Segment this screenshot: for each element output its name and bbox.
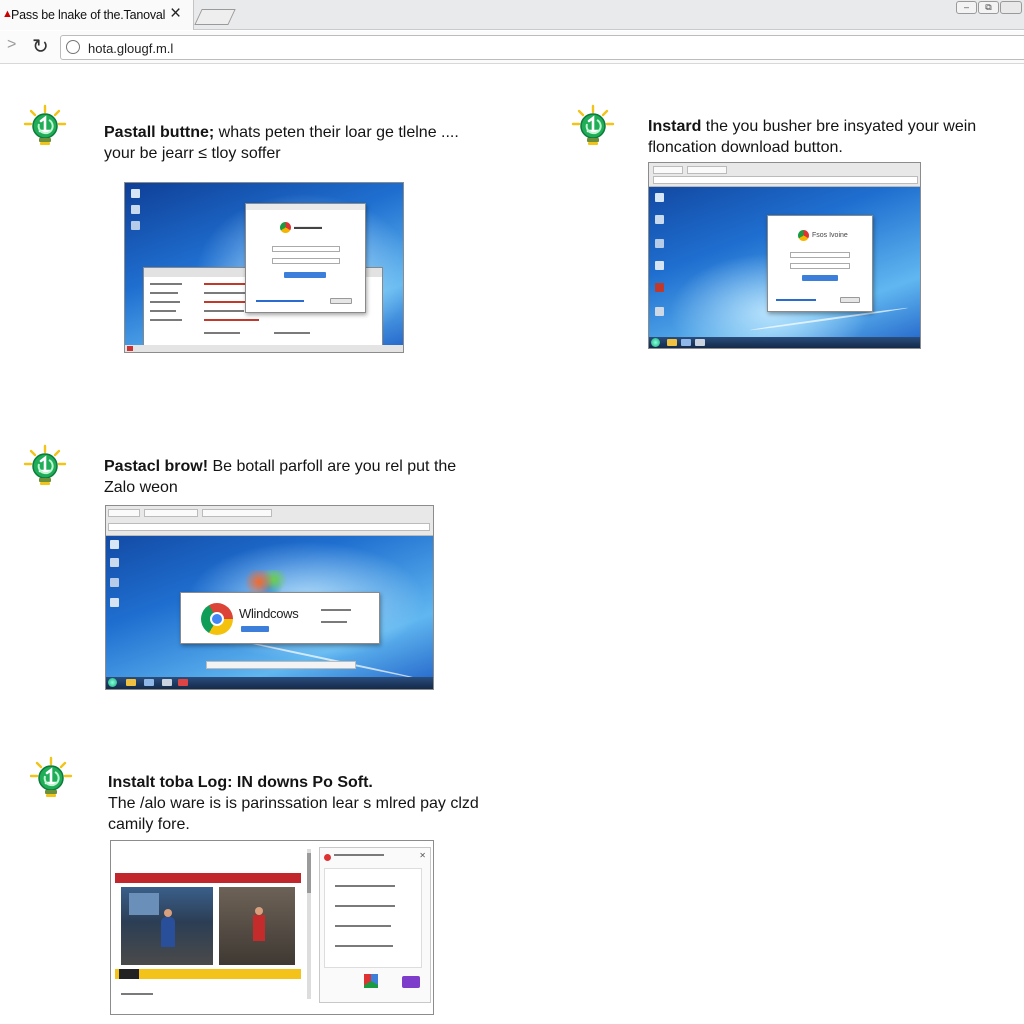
windows-logo <box>244 570 294 594</box>
tab-close-button[interactable]: × <box>170 3 181 25</box>
dialog-cancel-button[interactable] <box>330 298 352 304</box>
chrome-logo-icon <box>201 603 233 635</box>
forward-icon[interactable]: > <box>7 36 16 54</box>
dialog-login-button[interactable] <box>284 272 326 278</box>
install-dialog: Fsos Ivoine <box>767 215 873 312</box>
browser-strip <box>106 506 433 536</box>
lightbulb-download-icon <box>29 756 73 799</box>
reload-icon[interactable]: ↻ <box>32 34 49 59</box>
lightbulb-download-icon <box>571 104 615 147</box>
minimize-icon[interactable]: – <box>956 1 977 14</box>
dialog-title: Fsos Ivoine <box>812 232 848 239</box>
chrome-install-dialog: Wlindcows <box>180 592 380 644</box>
accept-button[interactable] <box>241 626 269 632</box>
step-3-text: Pastacl brow! Be botall parfoll are you … <box>104 456 456 498</box>
dialog-field[interactable] <box>272 258 340 264</box>
desktop-icon <box>131 189 140 198</box>
browser-tab[interactable]: ▲ Pass be lnake of the.Tanoval × <box>0 0 194 30</box>
login-dialog: ▬▬▬▬ <box>245 203 366 313</box>
web-page <box>115 847 307 1007</box>
step-4-line2: The /alo ware is is parinssation lear s … <box>108 795 479 812</box>
app-logo-icon <box>798 230 809 241</box>
dialog-field[interactable] <box>272 246 340 252</box>
step-3-screenshot: Wlindcows <box>105 505 434 690</box>
dialog-cancel-button[interactable] <box>840 297 860 303</box>
step-2-line1: the you busher bre insyated your wein <box>701 118 977 135</box>
step-3-line2: Zalo weon <box>104 479 178 496</box>
step-3-bold: Pastacl brow! <box>104 458 209 475</box>
address-url: hota.glougf.m.l <box>88 41 174 56</box>
step-4-text: Instalt toba Log: IN downs Po Soft. The … <box>108 772 479 835</box>
page-info-icon <box>66 40 80 54</box>
step-1-bold: Pastall buttne; <box>104 124 215 141</box>
app-icon[interactable] <box>402 976 420 988</box>
scrollbar[interactable] <box>307 849 311 999</box>
step-2-screenshot: Fsos Ivoine <box>648 162 921 349</box>
step-1-screenshot: ▬▬▬▬ <box>124 182 404 353</box>
step-4-line3: camily fore. <box>108 816 190 833</box>
dialog-word: Wlindcows <box>239 606 299 621</box>
browser-titlebar: ▲ Pass be lnake of the.Tanoval × – ⧉ <box>0 0 1024 30</box>
dialog-field[interactable] <box>790 252 850 258</box>
new-tab-button[interactable] <box>194 9 236 25</box>
taskbar <box>106 677 433 689</box>
close-icon[interactable]: ✕ <box>419 851 426 860</box>
step-2-text: Instard the you busher bre insyated your… <box>648 116 976 158</box>
lightbulb-download-icon <box>23 104 67 147</box>
step-1-line1: whats peten their loar ge tlelne .... <box>214 124 459 141</box>
browser-strip <box>649 163 920 187</box>
app-icon[interactable] <box>364 974 378 988</box>
start-button[interactable] <box>651 338 660 347</box>
download-button[interactable] <box>802 275 838 281</box>
desktop-icon <box>131 221 140 230</box>
lightbulb-download-icon <box>23 444 67 487</box>
start-button[interactable] <box>108 678 117 687</box>
install-panel: ✕ <box>319 847 431 1003</box>
address-bar[interactable]: hota.glougf.m.l <box>60 35 1024 60</box>
taskbar <box>649 337 920 348</box>
restore-icon[interactable]: ⧉ <box>978 1 999 14</box>
step-4-bold: Instalt toba Log: IN downs Po Soft. <box>108 774 373 791</box>
step-3-line1: Be botall parfoll are you rel put the <box>208 458 457 475</box>
step-4-screenshot: ✕ <box>110 840 434 1015</box>
browser-toolbar: > ↻ hota.glougf.m.l <box>0 31 1024 64</box>
desktop-icon <box>131 205 140 214</box>
step-1-text: Pastall buttne; whats peten their loar g… <box>104 122 459 164</box>
photo <box>219 887 295 965</box>
app-logo-icon <box>280 222 291 233</box>
step-2-bold: Instard <box>648 118 702 135</box>
step-1-line2: your be jearr ≤ tloy soffer <box>104 145 281 162</box>
step-2-line2: floncation download button. <box>648 139 843 156</box>
dialog-field[interactable] <box>790 263 850 269</box>
close-window-icon[interactable] <box>1000 1 1022 14</box>
photo <box>121 887 213 965</box>
tab-title: Pass be lnake of the.Tanoval <box>11 8 166 22</box>
